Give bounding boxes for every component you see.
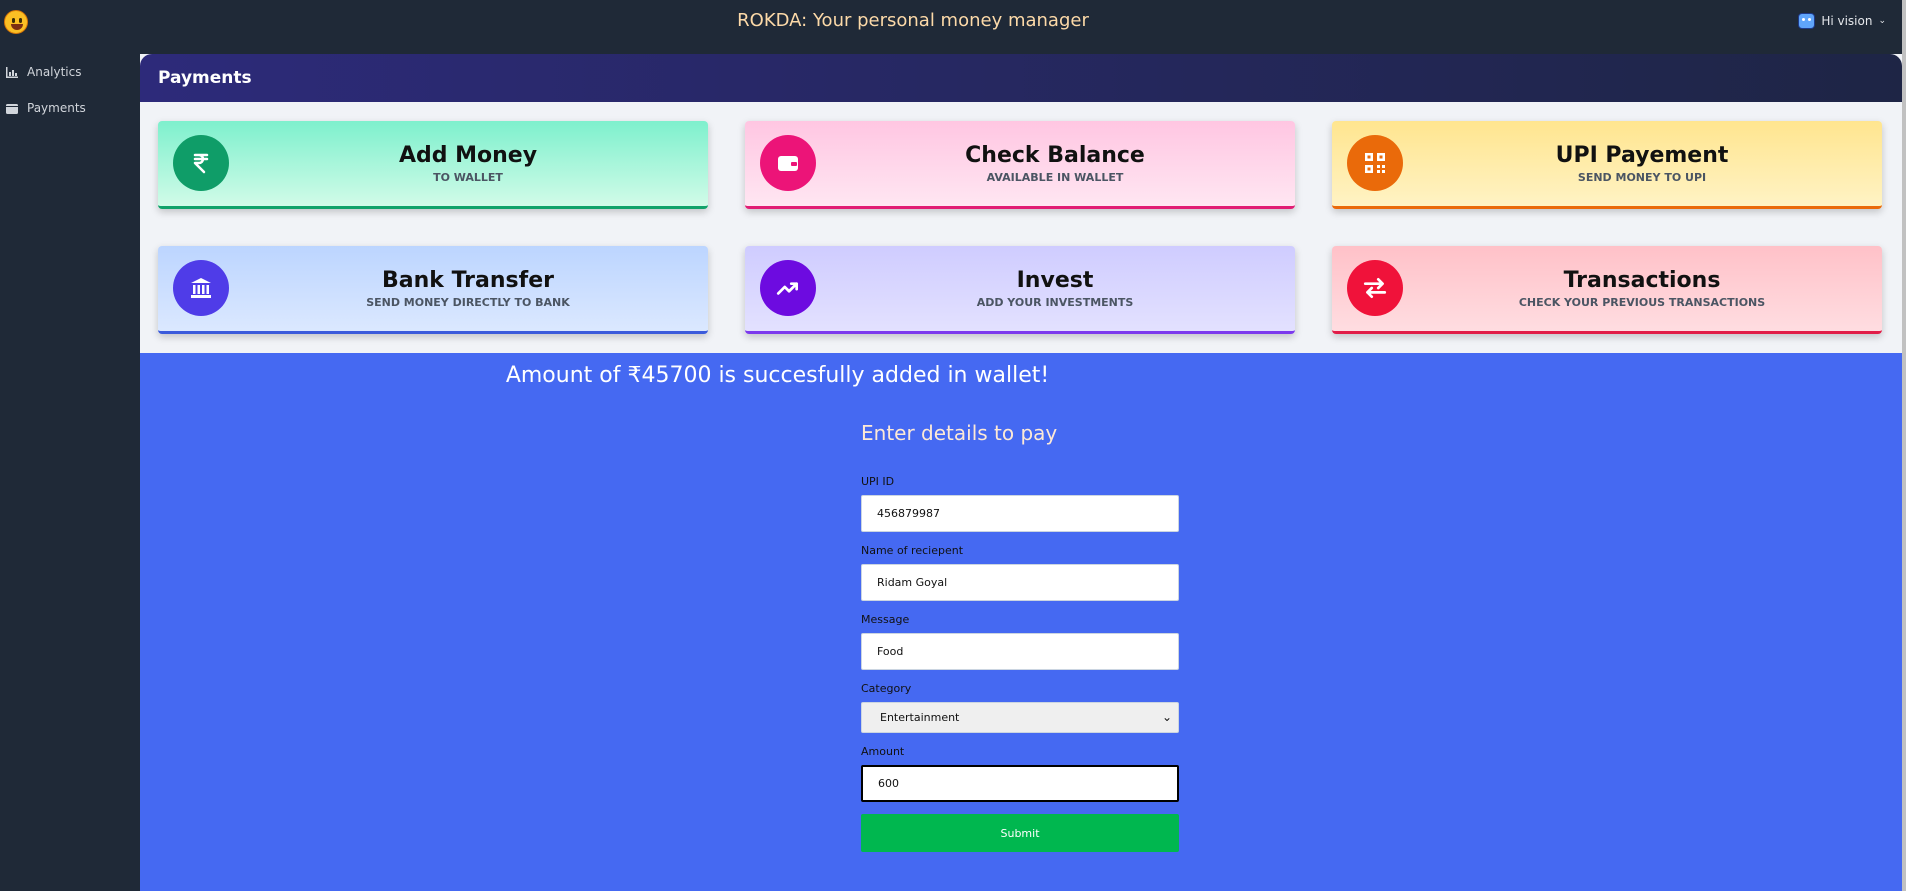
page-title: Payments <box>140 54 1902 102</box>
chevron-down-icon: ⌄ <box>1161 710 1172 724</box>
chevron-down-icon: ⌄ <box>1878 16 1886 26</box>
upi-id-input[interactable]: 456879987 <box>861 495 1179 532</box>
scrollbar-thumb[interactable] <box>1902 0 1906 891</box>
upi-id-label: UPI ID <box>861 475 895 488</box>
upi-id-value: 456879987 <box>877 507 940 520</box>
add-money-card[interactable]: Add Money TO WALLET <box>158 121 708 209</box>
success-message: Amount of ₹45700 is succesfully added in… <box>505 363 1050 388</box>
sidebar-item-payments[interactable]: Payments <box>0 90 140 126</box>
main-panel: Payments Add Money TO WALLET Check Balan… <box>140 54 1902 891</box>
message-label: Message <box>861 613 910 626</box>
message-input[interactable]: Food <box>861 633 1179 670</box>
user-greeting: Hi vision <box>1821 14 1873 28</box>
card-subtitle: CHECK YOUR PREVIOUS TRANSACTIONS <box>1518 296 1766 309</box>
sidebar: Analytics Payments <box>0 54 140 891</box>
swap-arrows-icon <box>1347 260 1403 316</box>
card-title: Add Money <box>398 143 538 168</box>
trending-up-icon <box>760 260 816 316</box>
recipient-name-input[interactable]: Ridam Goyal <box>861 564 1179 601</box>
wallet-icon <box>6 103 18 114</box>
category-select[interactable]: Entertainment ⌄ <box>861 702 1179 733</box>
payment-form: Enter details to pay UPI ID 456879987 Na… <box>861 421 1179 852</box>
user-menu[interactable]: Hi vision ⌄ <box>1798 13 1886 29</box>
check-balance-card[interactable]: Check Balance AVAILABLE IN WALLET <box>745 121 1295 209</box>
rupee-icon <box>173 135 229 191</box>
action-cards: Add Money TO WALLET Check Balance AVAILA… <box>158 121 1884 357</box>
card-title: Check Balance <box>965 143 1145 168</box>
card-subtitle: ADD YOUR INVESTMENTS <box>976 296 1134 309</box>
scrollbar[interactable] <box>1902 0 1906 891</box>
card-title: Invest <box>1016 268 1094 293</box>
sidebar-item-analytics[interactable]: Analytics <box>0 54 140 90</box>
qr-code-icon <box>1347 135 1403 191</box>
card-subtitle: SEND MONEY DIRECTLY TO BANK <box>366 296 570 309</box>
card-title: Bank Transfer <box>382 268 554 293</box>
category-value: Entertainment <box>880 711 960 724</box>
amount-input[interactable]: 600 <box>861 765 1179 802</box>
card-subtitle: TO WALLET <box>433 171 503 184</box>
wallet-icon <box>760 135 816 191</box>
bank-transfer-card[interactable]: Bank Transfer SEND MONEY DIRECTLY TO BAN… <box>158 246 708 334</box>
sidebar-item-label: Payments <box>27 101 86 115</box>
recipient-name-value: Ridam Goyal <box>877 576 948 589</box>
category-label: Category <box>861 682 912 695</box>
form-title: Enter details to pay <box>861 421 1058 445</box>
app-title: ROKDA: Your personal money manager <box>737 10 1089 31</box>
invest-card[interactable]: Invest ADD YOUR INVESTMENTS <box>745 246 1295 334</box>
card-subtitle: SEND MONEY TO UPI <box>1577 171 1707 184</box>
message-value: Food <box>877 645 904 658</box>
amount-value: 600 <box>878 777 899 790</box>
sidebar-item-label: Analytics <box>27 65 82 79</box>
bank-icon <box>173 260 229 316</box>
upi-payment-card[interactable]: UPI Payement SEND MONEY TO UPI <box>1332 121 1882 209</box>
submit-button[interactable]: Submit <box>861 814 1179 852</box>
transactions-card[interactable]: Transactions CHECK YOUR PREVIOUS TRANSAC… <box>1332 246 1882 334</box>
recipient-name-label: Name of reciepent <box>861 544 964 557</box>
card-title: UPI Payement <box>1555 143 1729 168</box>
amount-label: Amount <box>861 745 905 758</box>
robot-avatar-icon <box>1798 13 1816 29</box>
card-subtitle: AVAILABLE IN WALLET <box>986 171 1124 184</box>
card-title: Transactions <box>1563 268 1721 293</box>
chart-icon <box>6 66 18 78</box>
payment-section: Amount of ₹45700 is succesfully added in… <box>140 353 1902 891</box>
top-bar: ROKDA: Your personal money manager Hi vi… <box>0 4 1906 54</box>
